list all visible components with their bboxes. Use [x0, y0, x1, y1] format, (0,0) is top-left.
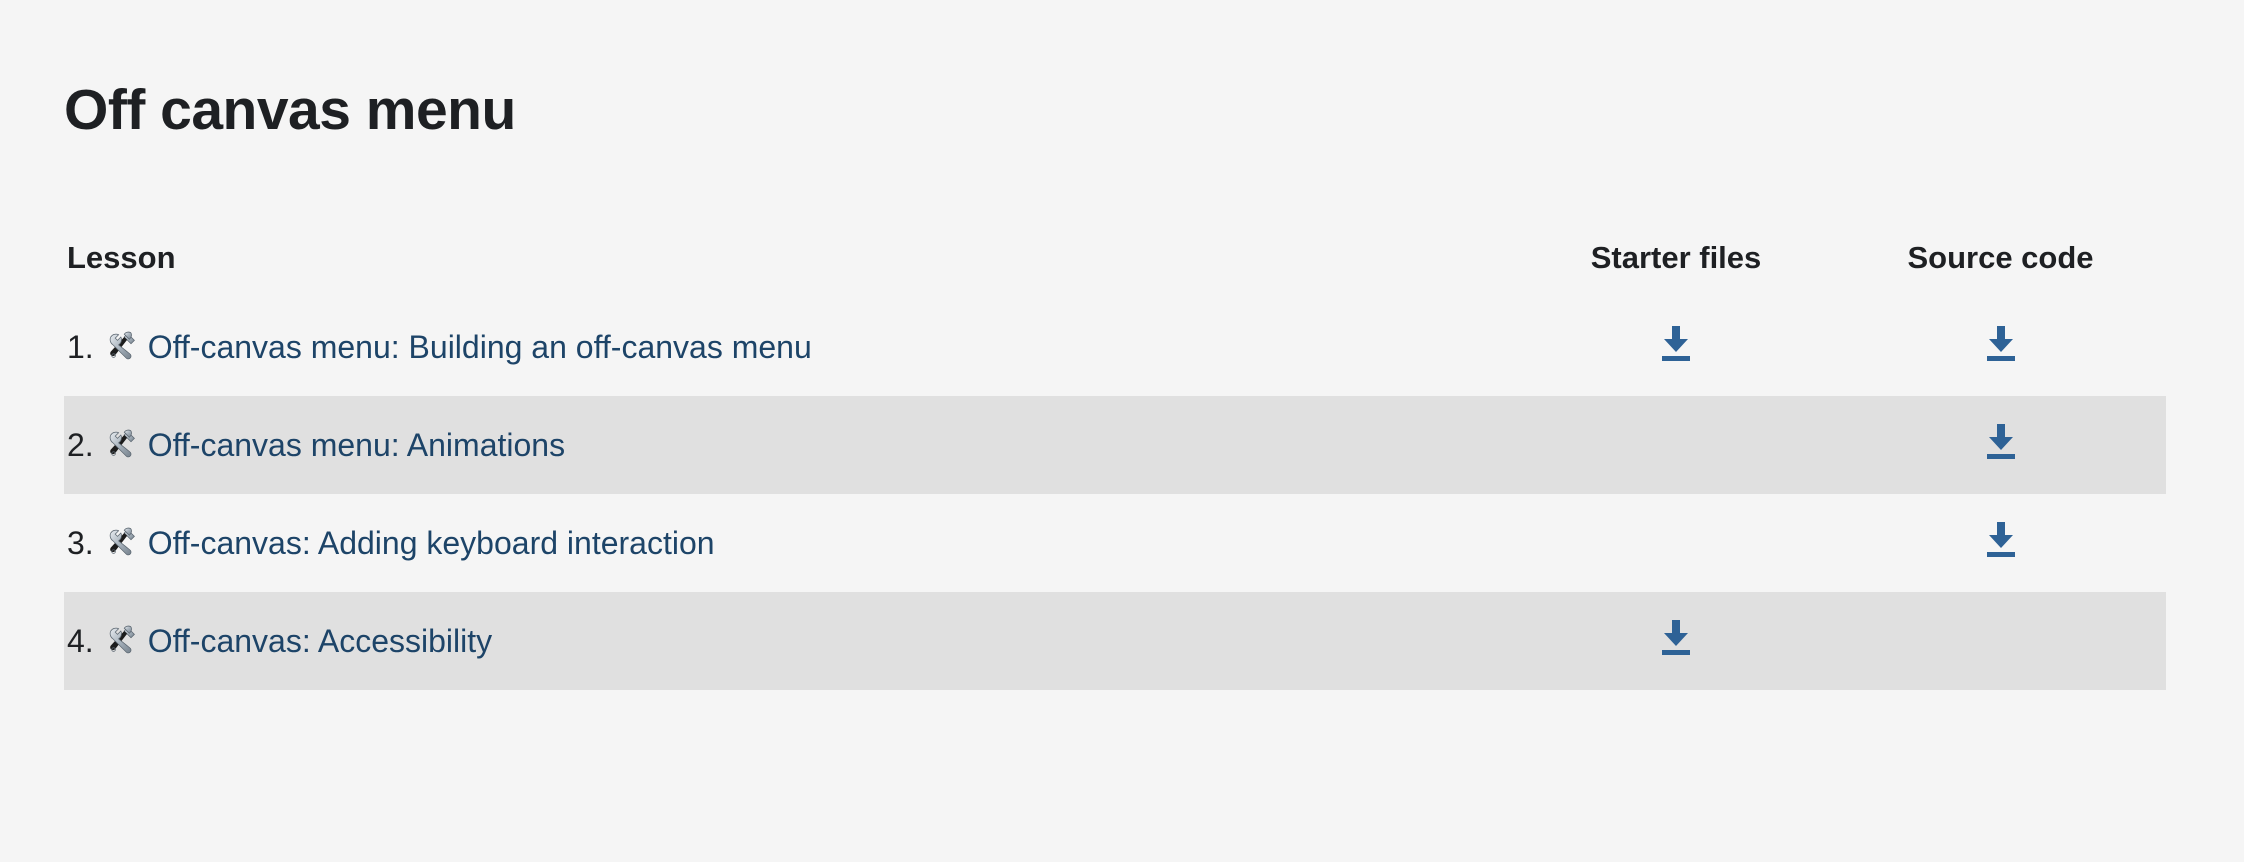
download-source-code-button[interactable]: [1984, 324, 2018, 362]
lesson-cell: 2. Off-canvas menu: Animations: [64, 396, 1517, 494]
source-code-cell: [1835, 396, 2166, 494]
download-icon: [1984, 324, 2018, 362]
download-source-code-button[interactable]: [1984, 520, 2018, 558]
lesson-cell: 1. Off-canvas menu: Building an off-canva…: [64, 298, 1517, 396]
starter-files-cell: [1517, 592, 1835, 690]
lesson-link[interactable]: Off-canvas menu: Building an off-canvas …: [148, 329, 812, 365]
page-title: Off canvas menu: [64, 78, 516, 143]
download-source-code-button[interactable]: [1984, 422, 2018, 460]
starter-files-cell: [1517, 494, 1835, 592]
source-code-cell: [1835, 494, 2166, 592]
hammer-and-wrench-emoji: [104, 328, 140, 364]
source-code-cell: [1835, 592, 2166, 690]
hammer-and-wrench-emoji: [104, 524, 140, 560]
table-header-row: Lesson Starter files Source code: [64, 218, 2166, 298]
download-icon: [1659, 618, 1693, 656]
lesson-link[interactable]: Off-canvas menu: Animations: [148, 427, 565, 463]
row-number: 3.: [67, 525, 94, 561]
table-row: 3. Off-canvas: Adding keyboard interactio…: [64, 494, 2166, 592]
column-header-starter-files: Starter files: [1590, 240, 1762, 275]
column-header-source-code: Source code: [1907, 240, 2094, 275]
download-starter-files-button[interactable]: [1659, 618, 1693, 656]
table-body: 1. Off-canvas menu: Building an off-canva…: [64, 298, 2166, 690]
column-header-lesson: Lesson: [67, 240, 176, 275]
download-starter-files-button[interactable]: [1659, 324, 1693, 362]
table-row: 4. Off-canvas: Accessibility: [64, 592, 2166, 690]
starter-files-cell: [1517, 396, 1835, 494]
table-row: 2. Off-canvas menu: Animations: [64, 396, 2166, 494]
lesson-list-page: Off canvas menu Lesson Starter files Sou…: [0, 0, 2244, 862]
lesson-link[interactable]: Off-canvas: Accessibility: [148, 623, 492, 659]
lesson-link[interactable]: Off-canvas: Adding keyboard interaction: [148, 525, 715, 561]
hammer-and-wrench-emoji: [104, 622, 140, 658]
table-row: 1. Off-canvas menu: Building an off-canva…: [64, 298, 2166, 396]
table-header: Lesson Starter files Source code: [64, 218, 2166, 298]
lesson-cell: 4. Off-canvas: Accessibility: [64, 592, 1517, 690]
lesson-table: Lesson Starter files Source code 1. Off-c…: [64, 218, 2166, 690]
row-number: 1.: [67, 329, 94, 365]
lesson-cell: 3. Off-canvas: Adding keyboard interactio…: [64, 494, 1517, 592]
row-number: 2.: [67, 427, 94, 463]
hammer-and-wrench-emoji: [104, 426, 140, 462]
download-icon: [1984, 520, 2018, 558]
source-code-cell: [1835, 298, 2166, 396]
row-number: 4.: [67, 623, 94, 659]
download-icon: [1984, 422, 2018, 460]
download-icon: [1659, 324, 1693, 362]
starter-files-cell: [1517, 298, 1835, 396]
